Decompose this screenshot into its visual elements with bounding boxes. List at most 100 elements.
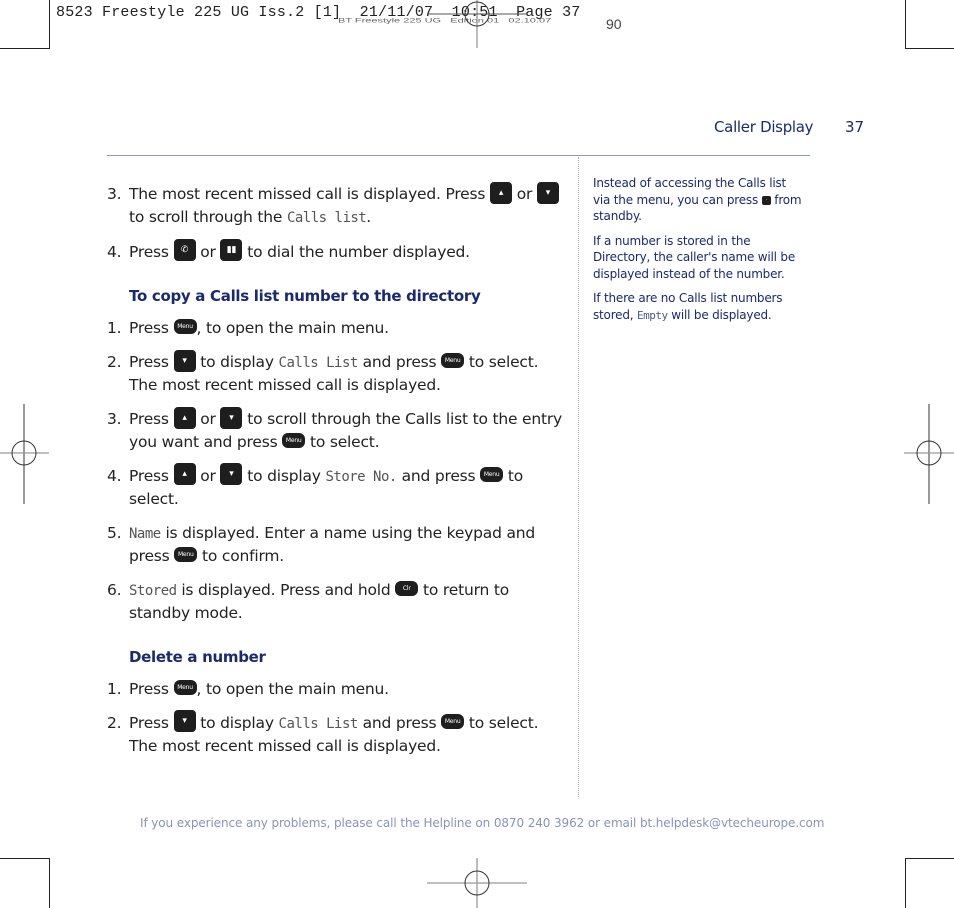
text: Instead of accessing the Calls list via … [593,176,787,207]
redial-key-icon: ▮▮ [220,239,243,261]
registration-mark-right [904,404,954,504]
step-3-intro: 3. The most recent missed call is displa… [107,181,567,229]
lcd-text-calls-list: Calls List [278,715,359,732]
step-text: Press Menu, to open the main menu. [129,678,567,700]
step-text: Press ▾ to display Calls List and press … [129,710,567,757]
lcd-text-calls-list: Calls list [286,209,367,226]
step-text: Press ▴ or ▾ to scroll through the Calls… [129,406,567,453]
step-text: The most recent missed call is displayed… [129,181,567,229]
lcd-text-calls-list: Calls List [278,355,359,371]
header-rule [107,155,810,156]
menu-key-icon: Menu [480,466,504,482]
text: or [516,185,533,203]
text: to display [200,353,274,371]
text: or [200,410,216,428]
crop-mark-br-h [905,858,954,859]
text: Press [129,466,169,485]
sidebar-note: If a number is stored in the Directory, … [593,233,803,283]
text: will be displayed. [671,307,772,322]
step-number: 2. [107,353,122,371]
lcd-text-empty: Empty [637,308,668,322]
section-title: Caller Display [714,118,814,136]
crop-mark-bl-h [0,858,49,859]
up-arrow-key-icon: ▴ [173,463,196,485]
step-number: 6. [107,580,122,599]
page-number: 37 [845,118,865,136]
text: and press [362,713,437,732]
up-arrow-key-icon: ▴ [173,406,196,429]
copy-step-3: 3. Press ▴ or ▾ to scroll through the Ca… [107,406,567,453]
down-calls-key-icon: ▾ [220,463,243,485]
text: If a number is stored in the Directory, … [593,233,796,281]
text: and press [401,466,476,485]
copy-step-5: 5. Name is displayed. Enter a name using… [107,522,567,567]
text: The most recent missed call is displayed… [129,185,486,203]
up-arrow-key-icon: ▴ [490,181,512,204]
step-text: Stored is displayed. Press and hold Clr … [129,579,567,624]
crop-mark-br-v [905,858,906,908]
step-number: 1. [107,319,122,337]
text: or [200,242,216,261]
helpline-footer: If you experience any problems, please c… [140,816,825,830]
talk-handset-key-icon: ✆ [173,239,196,261]
text: to scroll through the [129,207,283,226]
step-number: 3. [107,410,122,428]
menu-key-icon: Menu [282,432,306,448]
down-calls-key-icon: ▾ [536,181,559,204]
text: to select. [309,432,380,451]
down-calls-key-icon: ▾ [173,349,196,372]
text: or [200,466,216,485]
print-slug-underlay-number: 90 [606,16,622,32]
crop-mark-tr-h [905,48,954,49]
step-number: 2. [107,713,122,732]
step-number: 5. [107,523,122,542]
menu-key-icon: Menu [173,679,197,695]
copy-step-1: 1. Press Menu, to open the main menu. [107,317,567,339]
text: Press [129,410,169,428]
menu-key-icon: Menu [174,546,198,562]
text: , to open the main menu. [196,679,390,698]
clear-key-icon: Clr [395,580,419,596]
copy-step-2: 2. Press ▾ to display Calls List and pre… [107,349,567,396]
delete-step-1: 1. Press Menu, to open the main menu. [107,678,567,700]
sidebar-note: If there are no Calls list numbers store… [593,290,803,324]
text: to dial the number displayed. [247,242,470,261]
step-number: 3. [107,185,122,203]
lcd-text-store-no: Store No. [325,468,397,485]
heading-delete-number: Delete a number [129,647,266,666]
text: . [366,207,371,226]
text: to display [247,466,321,485]
lcd-text-name: Name [129,525,161,542]
step-number: 4. [107,242,122,261]
text: Press [129,242,169,261]
text: Press [129,353,169,371]
down-calls-key-icon: ▾ [173,710,196,732]
lcd-text-stored: Stored [129,582,177,599]
step-4-intro: 4. Press ✆ or ▮▮ to dial the number disp… [107,239,567,264]
crop-mark-tl-h [0,48,49,49]
calls-key-icon: · [761,195,771,205]
step-text: Press ▾ to display Calls List and press … [129,349,567,396]
registration-mark-top [427,0,527,48]
text: to confirm. [202,546,285,565]
heading-copy-to-directory: To copy a Calls list number to the direc… [129,287,481,305]
sidebar-note: Instead of accessing the Calls list via … [593,175,803,225]
step-text: Name is displayed. Enter a name using th… [129,522,567,567]
step-text: Press ✆ or ▮▮ to dial the number display… [129,239,567,264]
text: Press [129,319,169,337]
menu-key-icon: Menu [173,319,197,334]
text: Press [129,679,169,698]
registration-mark-bottom [427,858,527,908]
main-column: 3. The most recent missed call is displa… [107,181,567,769]
step-number: 1. [107,679,122,698]
sidebar-notes: Instead of accessing the Calls list via … [593,175,803,332]
step-number: 4. [107,466,122,485]
text: to display [200,713,274,732]
delete-step-2: 2. Press ▾ to display Calls List and pre… [107,710,567,757]
copy-step-4: 4. Press ▴ or ▾ to display Store No. and… [107,463,567,510]
down-calls-key-icon: ▾ [220,406,243,429]
text: and press [362,353,437,371]
crop-mark-tr-v [905,0,906,49]
text: , to open the main menu. [196,319,390,337]
step-text: Press ▴ or ▾ to display Store No. and pr… [129,463,567,510]
